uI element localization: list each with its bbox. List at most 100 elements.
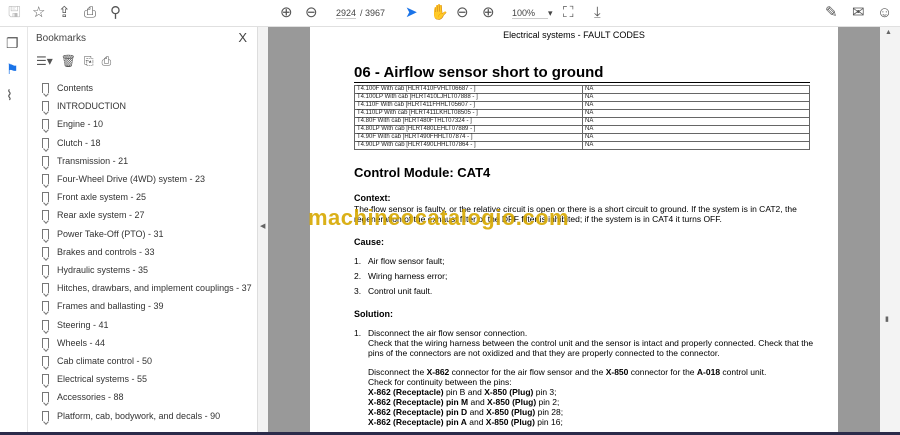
- cause-item: 1. Air flow sensor fault;: [354, 256, 445, 266]
- bookmark-item[interactable]: Wheels - 44: [42, 337, 106, 348]
- value-cell: NA: [582, 109, 810, 118]
- sign-icon[interactable]: ✎: [825, 4, 838, 22]
- vertical-scrollbar[interactable]: ▲ ▮: [880, 27, 900, 432]
- pin-check: X-862 (Receptacle) pin A and X-850 (Plug…: [368, 417, 563, 427]
- attachment-icon[interactable]: ⌇: [6, 87, 13, 104]
- bookmark-label: Hitches, drawbars, and implement couplin…: [57, 283, 252, 294]
- bookmark-icon: [42, 410, 49, 421]
- bookmark-label: Front axle system - 25: [57, 192, 147, 203]
- bookmark-item[interactable]: Platform, cab, bodywork, and decals - 90: [42, 410, 221, 421]
- pin-check: X-862 (Receptacle) pin M and X-850 (Plug…: [368, 397, 560, 407]
- bookmark-item[interactable]: Contents: [42, 83, 93, 93]
- hand-icon[interactable]: ✋: [430, 4, 449, 22]
- close-icon[interactable]: X: [238, 30, 247, 45]
- upload-icon[interactable]: ⇪: [58, 4, 71, 22]
- bookmark-label: Platform, cab, bodywork, and decals - 90: [57, 410, 221, 421]
- zoom-out-icon[interactable]: ⊖: [456, 4, 469, 22]
- model-table: T4.100F With cab [HLRT410FVHLT06687 - ] N…: [354, 85, 810, 150]
- bookmark-item[interactable]: Front axle system - 25: [42, 192, 147, 203]
- bookmark-item[interactable]: Clutch - 18: [42, 137, 101, 148]
- add-bookmark-icon[interactable]: ⎘: [84, 54, 94, 69]
- table-row: T4.80LP With cab [HLRT480LEHLT07889 - ] N…: [354, 125, 810, 134]
- options-menu-icon[interactable]: ☰▾: [36, 54, 53, 69]
- print-icon[interactable]: ⎙: [84, 4, 96, 22]
- bookmark-icon: [42, 210, 49, 221]
- value-cell: NA: [582, 85, 810, 94]
- pages-icon[interactable]: ❐: [6, 35, 19, 52]
- scroll-thumb[interactable]: ▮: [885, 315, 889, 323]
- select-cursor-icon[interactable]: ➤: [405, 4, 418, 22]
- bookmark-icon: [42, 265, 49, 275]
- zoom-select[interactable]: 100%: [512, 8, 548, 19]
- bookmark-icon: [42, 155, 49, 166]
- bookmark-item[interactable]: Four-Wheel Drive (4WD) system - 23: [42, 174, 205, 184]
- bookmark-icon: [42, 392, 49, 403]
- bookmark-item[interactable]: INTRODUCTION: [42, 101, 126, 112]
- bookmark-item[interactable]: Transmission - 21: [42, 155, 129, 166]
- watermark: machineocatalogio.com: [308, 205, 570, 230]
- model-cell: T4.110F With cab [HLRT411FHHLT05607 - ]: [354, 101, 583, 110]
- chevron-down-icon[interactable]: ▾: [548, 8, 553, 19]
- bookmarks-panel: Bookmarks X ☰▾ 🗑 ⎘ ⎙ Contents INTRODUCTIO…: [28, 27, 258, 435]
- page-number-input[interactable]: 2924: [336, 8, 357, 19]
- disconnect-text: Disconnect the X-862 connector for the a…: [368, 367, 767, 377]
- table-row: T4.90F With cab [HLRT490FHHLT07874 - ] NA: [354, 133, 810, 142]
- bookmark-item[interactable]: Hydraulic systems - 35: [42, 265, 148, 275]
- delete-icon[interactable]: 🗑: [61, 54, 76, 69]
- scroll-up-icon[interactable]: ▲: [885, 29, 892, 36]
- bookmark-item[interactable]: Electrical systems - 55: [42, 374, 147, 385]
- collapse-arrow-icon[interactable]: ◀: [260, 222, 265, 230]
- bookmark-item[interactable]: Engine - 10: [42, 119, 104, 130]
- pin-check: X-862 (Receptacle) pin D and X-850 (Plug…: [368, 407, 564, 417]
- solution-step: 1. Disconnect the air flow sensor connect…: [354, 328, 528, 338]
- zoom-in-icon[interactable]: ⊕: [482, 4, 495, 22]
- fit-page-icon[interactable]: ⛶: [563, 4, 574, 22]
- bookmark-item[interactable]: Hitches, drawbars, and implement couplin…: [42, 283, 252, 294]
- bookmark-item[interactable]: Power Take-Off (PTO) - 31: [42, 228, 164, 239]
- email-icon[interactable]: ✉: [852, 4, 865, 22]
- table-row: T4.110LP With cab [HLRT411LKHLT08505 - ]…: [354, 109, 810, 118]
- bookmark-icon: [42, 356, 49, 366]
- model-cell: T4.90LP With cab [HLRT490LHHLT07864 - ]: [354, 141, 583, 150]
- bookmark-label: Transmission - 21: [57, 155, 129, 166]
- bookmark-icon: [42, 374, 49, 385]
- bookmark-item[interactable]: Steering - 41: [42, 319, 109, 330]
- bookmark-star-icon[interactable]: ☆: [32, 4, 45, 22]
- context-heading: Context:: [354, 193, 391, 203]
- search-icon[interactable]: ⚲: [110, 4, 121, 22]
- bookmark-label: INTRODUCTION: [57, 101, 126, 112]
- model-cell: T4.90F With cab [HLRT490FHHLT07874 - ]: [354, 133, 583, 142]
- bookmark-icon: [42, 228, 49, 239]
- bookmark-icon: [42, 337, 49, 348]
- model-cell: T4.100F With cab [HLRT410FVHLT06687 - ]: [354, 85, 583, 94]
- bookmark-label: Rear axle system - 27: [57, 210, 145, 221]
- bookmark-label: Hydraulic systems - 35: [57, 265, 149, 275]
- bookmark-item[interactable]: Accessories - 88: [42, 392, 124, 403]
- model-cell: T4.80LP With cab [HLRT480LEHLT07889 - ]: [354, 125, 583, 134]
- solution-heading: Solution:: [354, 309, 393, 319]
- page-total: / 3967: [360, 8, 386, 18]
- bookmark-label: Four-Wheel Drive (4WD) system - 23: [57, 174, 206, 184]
- page-header: Electrical systems - FAULT CODES: [503, 30, 645, 40]
- bookmark-item[interactable]: Cab climate control - 50: [42, 356, 152, 366]
- bookmark-label: Wheels - 44: [57, 337, 106, 348]
- bookmark-label: Accessories - 88: [57, 392, 124, 403]
- model-cell: T4.100LP With cab [HLRT410LJHLT07888 - ]: [354, 93, 583, 102]
- save-icon[interactable]: 🖫: [8, 4, 21, 22]
- page-up-icon[interactable]: ⊕: [280, 4, 293, 22]
- bookmark-item[interactable]: Frames and ballasting - 39: [42, 301, 164, 312]
- page-down-icon[interactable]: ⊖: [305, 4, 318, 22]
- panel-splitter[interactable]: ◀: [258, 27, 268, 435]
- table-row: T4.80F With cab [HLRT480FTHLT07324 - ] NA: [354, 117, 810, 126]
- read-mode-icon[interactable]: ⤓: [594, 4, 601, 22]
- find-bookmark-icon[interactable]: ⎙: [102, 54, 112, 69]
- bookmark-item[interactable]: Rear axle system - 27: [42, 210, 145, 221]
- bookmark-item[interactable]: Brakes and controls - 33: [42, 246, 155, 257]
- account-icon[interactable]: ☺: [877, 4, 892, 22]
- bookmarks-icon[interactable]: ⚑: [6, 61, 19, 78]
- side-rail: ❐ ⚑ ⌇: [0, 27, 28, 435]
- bookmark-label: Engine - 10: [57, 119, 104, 130]
- table-row: T4.100LP With cab [HLRT410LJHLT07888 - ]…: [354, 93, 810, 102]
- bookmark-icon: [42, 137, 49, 148]
- model-cell: T4.110LP With cab [HLRT411LKHLT08505 - ]: [354, 109, 583, 118]
